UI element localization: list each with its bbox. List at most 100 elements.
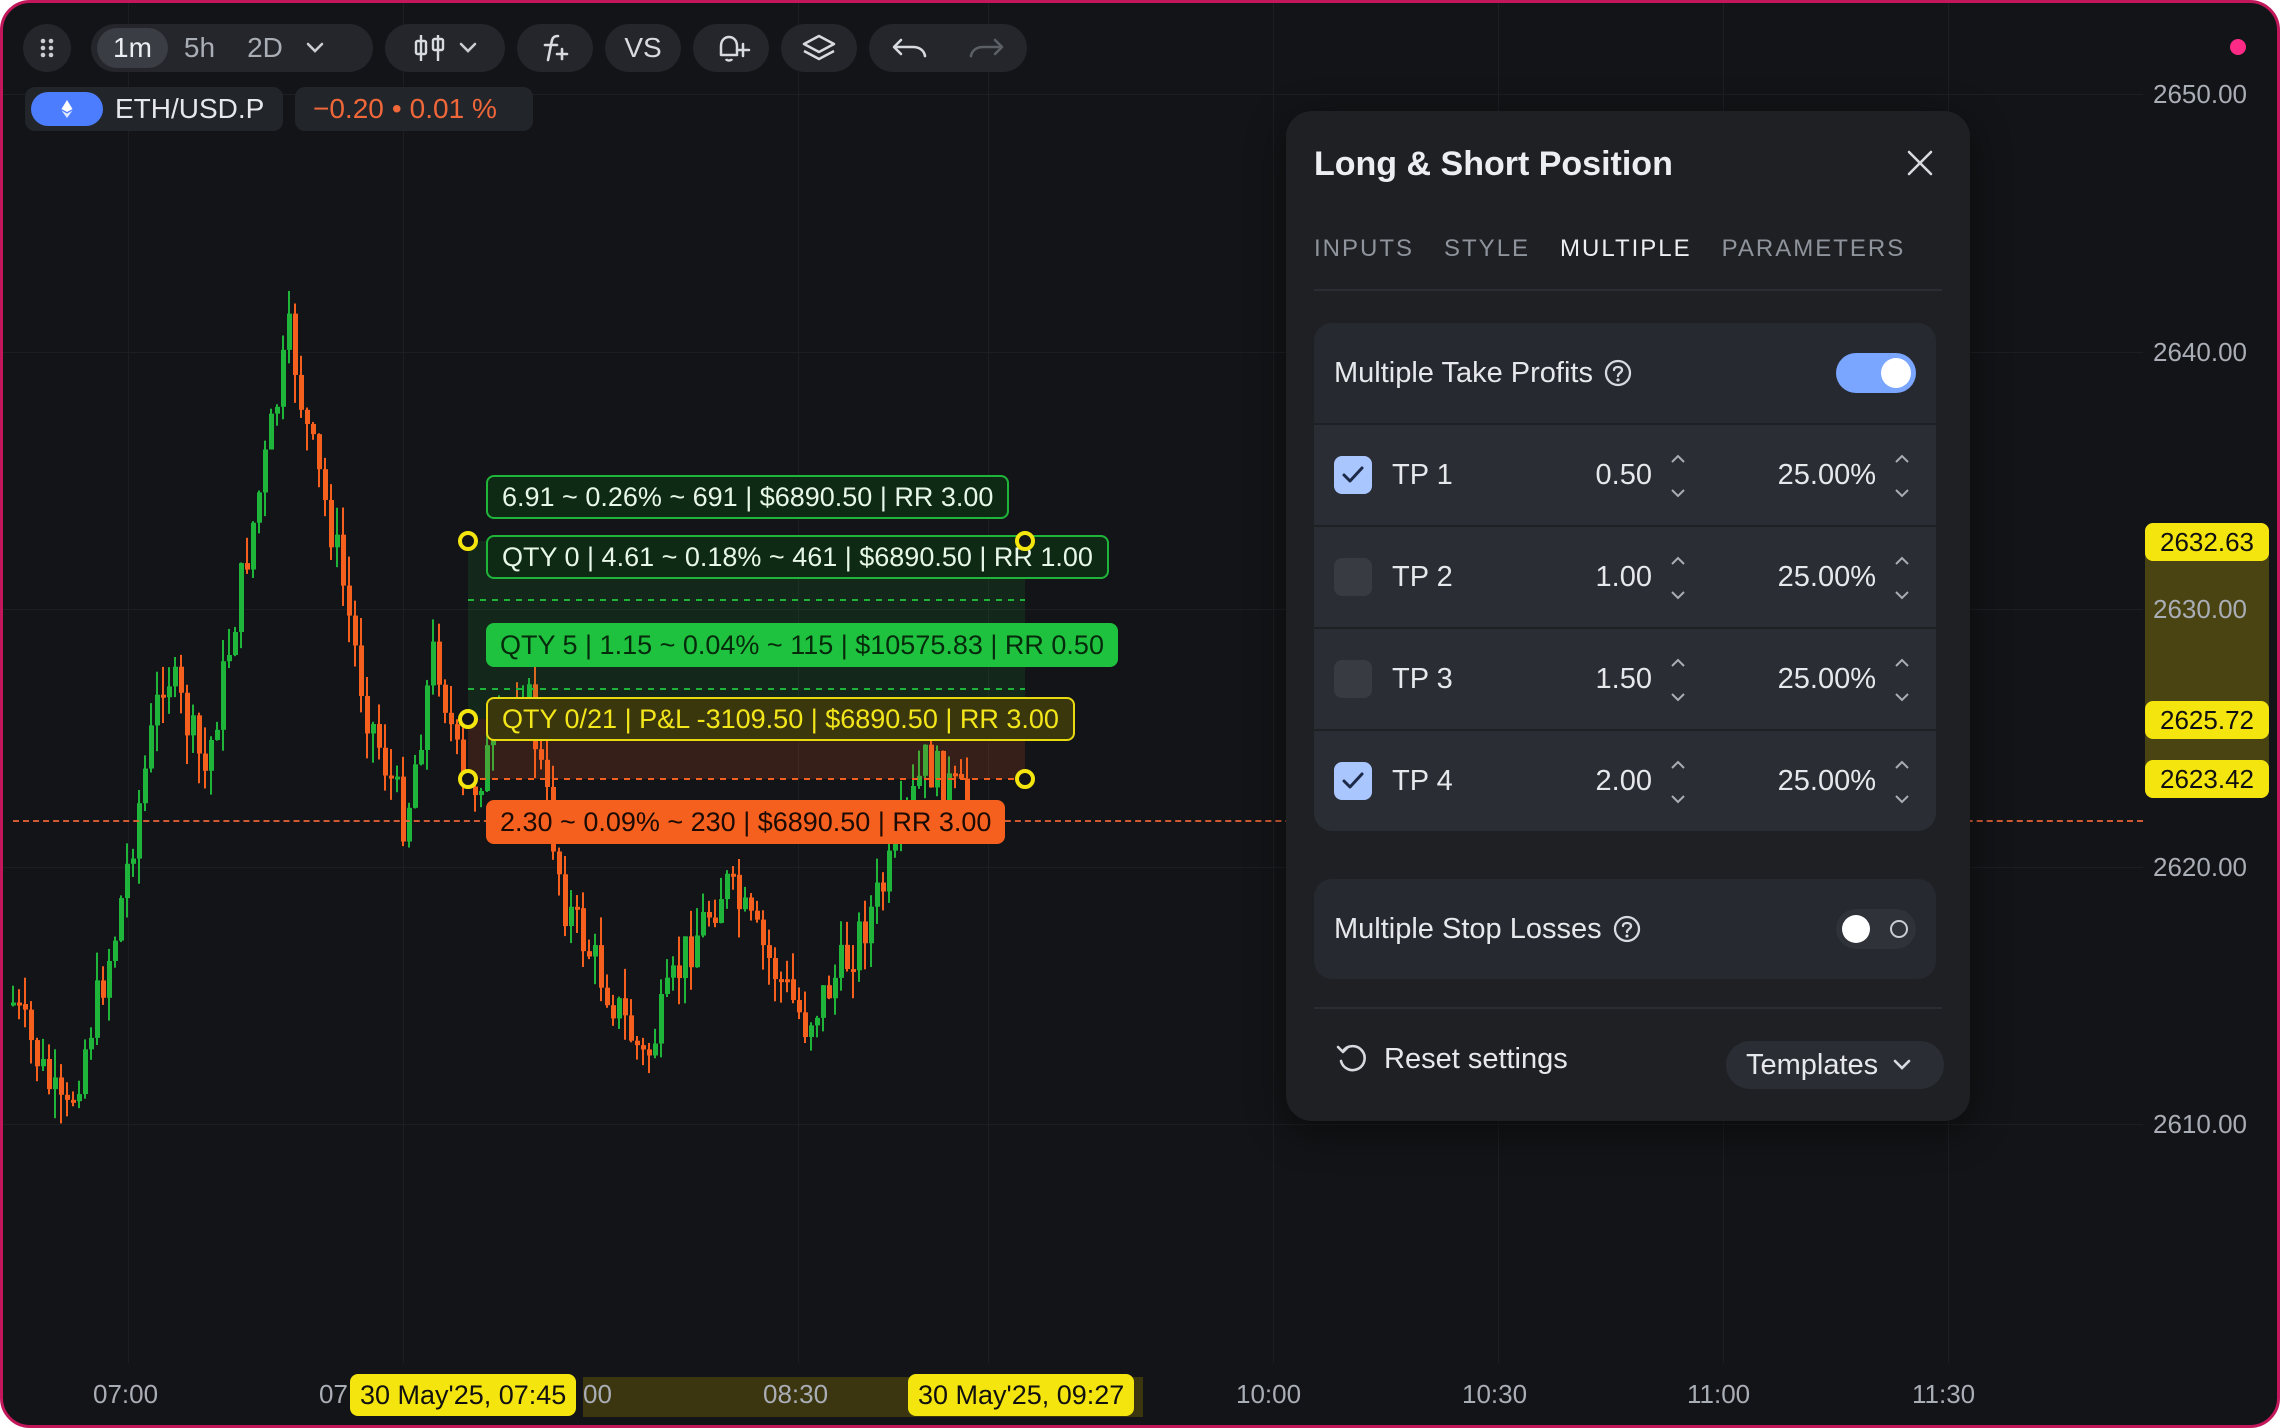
time-tag-start[interactable]: 30 May'25, 07:45 — [350, 1374, 577, 1416]
candle-body — [863, 921, 868, 944]
candle-body — [77, 1094, 82, 1102]
undo-redo-group — [869, 24, 1027, 72]
tp-value-input[interactable]: 2.00 — [1596, 765, 1652, 798]
tp-percent-input[interactable]: 25.00% — [1778, 459, 1876, 492]
tp4-checkbox[interactable] — [1334, 762, 1372, 800]
candle-body — [803, 1012, 808, 1038]
drag-handle[interactable] — [458, 531, 478, 551]
panel-tabs: INPUTS STYLE MULTIPLE PARAMETERS — [1314, 235, 1905, 263]
candle-body — [53, 1077, 58, 1090]
undo-icon[interactable] — [889, 34, 929, 62]
tab-inputs[interactable]: INPUTS — [1314, 235, 1414, 263]
alert-plus-icon — [719, 35, 751, 62]
alert-button[interactable] — [693, 24, 769, 72]
candle-body — [95, 980, 100, 1038]
time-axis-label: 11:30 — [1912, 1379, 1976, 1409]
time-tag-end[interactable]: 30 May'25, 09:27 — [908, 1374, 1135, 1416]
candle-body — [89, 1037, 94, 1050]
candle-body — [647, 1049, 652, 1056]
tp-value-input[interactable]: 0.50 — [1596, 459, 1652, 492]
candle-body — [707, 911, 712, 918]
compare-button[interactable]: VS — [605, 24, 681, 72]
redo-icon[interactable] — [967, 34, 1007, 62]
candle-body — [689, 936, 694, 968]
candle-body — [11, 1002, 16, 1006]
percent-stepper[interactable] — [1892, 454, 1912, 498]
interval-5h[interactable]: 5h — [168, 28, 231, 68]
grip-icon[interactable] — [23, 24, 71, 72]
interval-selector[interactable]: 1m 5h 2D — [91, 24, 373, 72]
candle-body — [779, 979, 784, 983]
drag-handle[interactable] — [458, 769, 478, 789]
candle-body — [773, 958, 778, 980]
price-tag-take-profit[interactable]: 2632.63 — [2145, 523, 2269, 561]
candle-body — [617, 998, 622, 1019]
entry-label[interactable]: QTY 0/21 | P&L -3109.50 | $6890.50 | RR … — [486, 697, 1075, 741]
value-stepper[interactable] — [1668, 760, 1688, 804]
tabs-divider — [1314, 289, 1942, 291]
percent-stepper[interactable] — [1892, 658, 1912, 702]
candle-body — [713, 917, 718, 923]
panel-title: Long & Short Position — [1314, 145, 1673, 183]
candle-body — [845, 944, 850, 970]
stop-losses-toggle[interactable] — [1836, 909, 1916, 949]
position-zones — [468, 541, 1025, 780]
tp-final-label[interactable]: 6.91 ~ 0.26% ~ 691 | $6890.50 | RR 3.00 — [486, 475, 1010, 519]
tab-parameters[interactable]: PARAMETERS — [1722, 235, 1906, 263]
close-icon[interactable] — [1898, 141, 1942, 185]
tp-percent-input[interactable]: 25.00% — [1778, 765, 1876, 798]
templates-dropdown[interactable]: Templates — [1726, 1041, 1944, 1089]
help-icon[interactable] — [1612, 914, 1642, 944]
candle-body — [65, 1094, 70, 1100]
price-range-highlight — [2145, 543, 2269, 779]
tab-style[interactable]: STYLE — [1444, 235, 1530, 263]
drag-handle[interactable] — [458, 709, 478, 729]
ethereum-icon — [31, 92, 103, 126]
price-axis-label: 2620.00 — [2153, 852, 2247, 882]
candle-body — [665, 977, 670, 995]
layers-button[interactable] — [781, 24, 857, 72]
price-tag-entry[interactable]: 2625.72 — [2145, 701, 2269, 739]
candle-body — [71, 1099, 76, 1103]
interval-2d[interactable]: 2D — [231, 28, 299, 68]
candle-body — [593, 945, 598, 957]
value-stepper[interactable] — [1668, 658, 1688, 702]
price-tag-stop[interactable]: 2623.42 — [2145, 760, 2269, 798]
candle-body — [653, 1043, 658, 1056]
tp-percent-input[interactable]: 25.00% — [1778, 561, 1876, 594]
price-change: −0.20 • 0.01 % — [295, 87, 533, 131]
tp-value-input[interactable]: 1.50 — [1596, 663, 1652, 696]
percent-stepper[interactable] — [1892, 760, 1912, 804]
candle-body — [677, 965, 682, 979]
stop-losses-card: Multiple Stop Losses — [1314, 879, 1936, 979]
drag-handle[interactable] — [1015, 769, 1035, 789]
tp1-checkbox[interactable] — [1334, 456, 1372, 494]
tp2-checkbox[interactable] — [1334, 558, 1372, 596]
symbol-selector[interactable]: ETH/USD.P — [25, 87, 283, 131]
chart-type-button[interactable] — [385, 24, 505, 72]
candle-body — [587, 951, 592, 957]
value-stepper[interactable] — [1668, 556, 1688, 600]
indicators-button[interactable] — [517, 24, 593, 72]
reset-settings-button[interactable]: Reset settings — [1334, 1041, 1568, 1077]
percent-stepper[interactable] — [1892, 556, 1912, 600]
stop-label[interactable]: 2.30 ~ 0.09% ~ 230 | $6890.50 | RR 3.00 — [486, 800, 1006, 844]
tp-value-input[interactable]: 1.00 — [1596, 561, 1652, 594]
reset-settings-label: Reset settings — [1384, 1042, 1568, 1075]
candle-body — [821, 985, 826, 1018]
tab-multiple[interactable]: MULTIPLE — [1560, 235, 1692, 263]
tp-qty5-label[interactable]: QTY 5 | 1.15 ~ 0.04% ~ 115 | $10575.83 |… — [486, 623, 1118, 667]
value-stepper[interactable] — [1668, 454, 1688, 498]
drag-handle[interactable] — [1015, 531, 1035, 551]
take-profits-toggle[interactable] — [1836, 353, 1916, 393]
candle-body — [671, 965, 676, 978]
tp-percent-input[interactable]: 25.00% — [1778, 663, 1876, 696]
layers-icon — [802, 34, 836, 61]
tp-label: TP 2 — [1392, 560, 1453, 593]
help-icon[interactable] — [1603, 358, 1633, 388]
candle-body — [827, 985, 832, 999]
candle-body — [107, 960, 112, 998]
interval-1m[interactable]: 1m — [97, 28, 168, 68]
tp3-checkbox[interactable] — [1334, 660, 1372, 698]
tp-label: TP 3 — [1392, 662, 1453, 695]
